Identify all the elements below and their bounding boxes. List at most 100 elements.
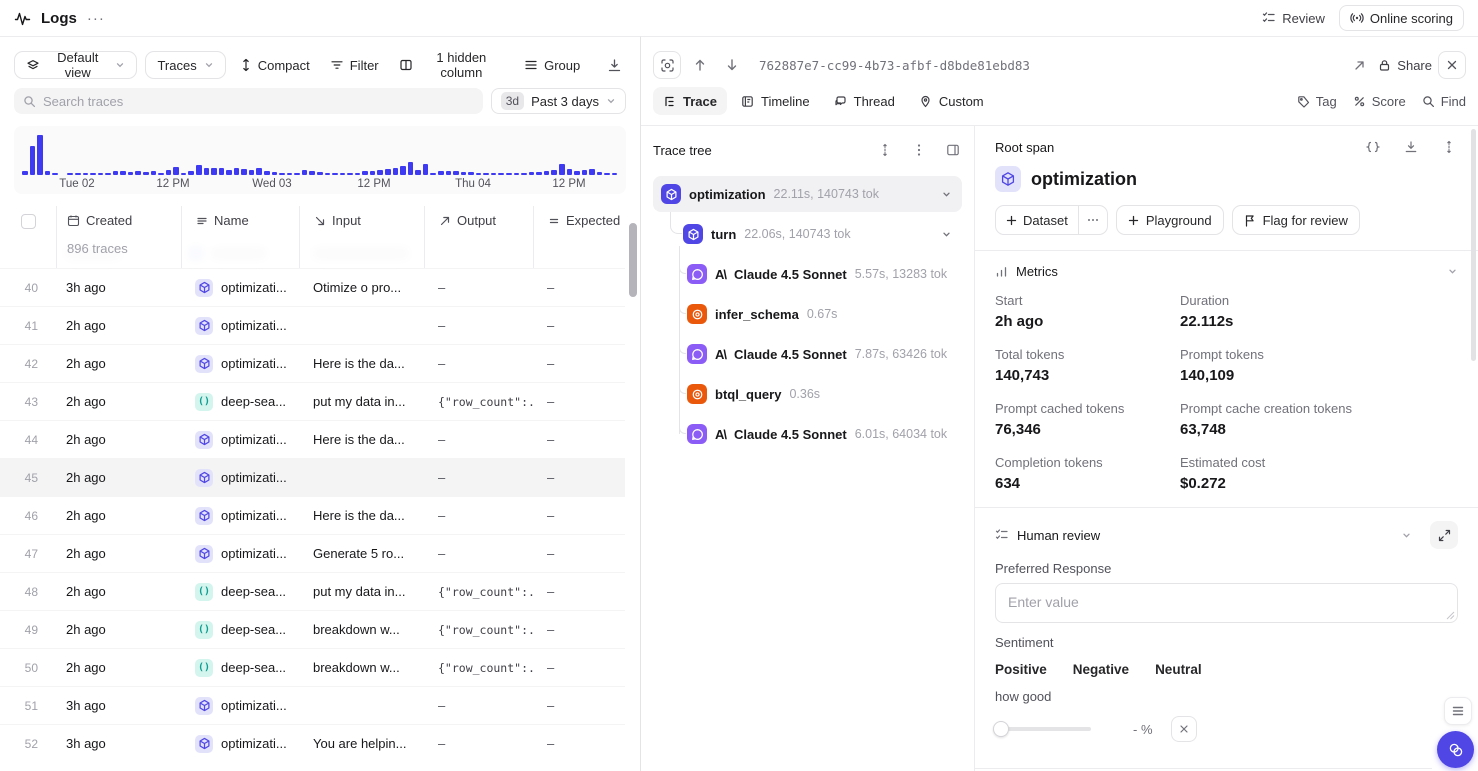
group-button[interactable]: Group [518,51,586,79]
tab-thread[interactable]: Thread [824,87,905,115]
cell-expected: – [533,432,625,447]
hidden-columns-button[interactable]: 1 hidden column [393,51,510,79]
layers-icon [26,58,40,72]
cell-output: – [424,698,533,713]
resize-grip-icon[interactable] [1446,611,1455,620]
node-name: Claude 4.5 Sonnet [734,267,847,282]
tree-node-claude-4-5-sonnet[interactable]: A\Claude 4.5 Sonnet5.57s, 13283 tok [653,256,962,292]
tree-menu-icon[interactable] [910,141,928,159]
cell-output: – [424,318,533,333]
table-row[interactable]: 403h agooptimizati...Otimize o pro...–– [0,268,625,306]
table-row[interactable]: 472h agooptimizati...Generate 5 ro...–– [0,534,625,572]
review-list-button[interactable] [1444,697,1472,725]
cell-expected: – [533,508,625,523]
flag-icon [1244,214,1256,227]
slider-value: - % [1133,722,1153,737]
traces-table: Created 896 traces Name [0,206,640,762]
dataset-more-button[interactable] [1078,206,1107,234]
column-header-expected[interactable]: Expected [533,206,624,268]
table-row[interactable]: 412h agooptimizati...–– [0,306,625,344]
open-in-new-icon[interactable] [1346,52,1372,78]
clear-score-button[interactable] [1171,716,1197,742]
tree-node-btql-query[interactable]: btql_query0.36s [653,376,962,412]
column-header-output[interactable]: Output [424,206,533,268]
filter-button[interactable]: Filter [324,51,385,79]
traces-selector[interactable]: Traces [145,51,225,79]
sentiment-option-negative[interactable]: Negative [1073,662,1129,677]
expand-all-icon[interactable] [876,141,894,159]
preferred-response-input[interactable] [995,583,1458,623]
metrics-section-header[interactable]: Metrics [995,264,1458,279]
tree-node-optimization[interactable]: optimization22.11s, 140743 tok [653,176,962,212]
bar-chart-icon [995,265,1008,278]
table-row[interactable]: 482h ago()deep-sea...put my data in...{"… [0,572,625,610]
add-to-playground-button[interactable]: Playground [1116,205,1224,235]
table-row[interactable]: 492h ago()deep-sea...breakdown w...{"row… [0,610,625,648]
download-icon[interactable] [1402,138,1420,156]
tree-node-claude-4-5-sonnet[interactable]: A\Claude 4.5 Sonnet6.01s, 64034 tok [653,416,962,452]
metric-value: 76,346 [995,421,1180,438]
panel-layout-icon[interactable] [944,141,962,159]
cell-name: ()deep-sea... [181,583,299,601]
chevron-down-icon[interactable] [941,229,952,240]
date-range-selector[interactable]: 3d Past 3 days [491,88,626,114]
human-review-section-header[interactable]: Human review [995,521,1458,549]
detail-scrollbar[interactable] [1471,129,1476,361]
json-view-icon[interactable] [1364,138,1382,156]
column-header-created[interactable]: Created 896 traces [56,206,181,268]
cell-expected: – [533,546,625,561]
prev-trace-button[interactable] [687,52,713,78]
table-row[interactable]: 432h ago()deep-sea...put my data in...{"… [0,382,625,420]
sentiment-option-neutral[interactable]: Neutral [1155,662,1202,677]
tree-node-infer-schema[interactable]: infer_schema0.67s [653,296,962,332]
tab-timeline[interactable]: Timeline [731,87,820,115]
plus-icon [1128,215,1139,226]
row-number: 48 [0,585,56,599]
compact-toggle[interactable]: Compact [234,51,316,79]
table-row[interactable]: 422h agooptimizati...Here is the da...–– [0,344,625,382]
tag-button[interactable]: Tag [1297,94,1337,109]
cell-name: optimizati... [181,469,299,487]
trace-count: 896 traces [67,241,128,256]
assistant-button[interactable] [1437,731,1474,768]
expand-rows-icon[interactable] [1440,138,1458,156]
tab-custom[interactable]: Custom [909,87,994,115]
score-button[interactable]: Score [1353,94,1406,109]
cell-output: – [424,736,533,751]
root-span-panel: Root span optimization [975,126,1478,771]
column-header-input[interactable]: Input [299,206,424,268]
review-button[interactable]: Review [1262,11,1325,26]
equals-icon [548,215,560,227]
select-all-checkbox[interactable] [21,214,36,229]
expand-review-button[interactable] [1430,521,1458,549]
add-to-dataset-button[interactable]: Dataset [996,206,1078,234]
table-row[interactable]: 513h agooptimizati...–– [0,686,625,724]
slider-knob[interactable] [993,721,1009,737]
column-header-name[interactable]: Name [181,206,299,268]
node-meta: 5.57s, 13283 tok [855,267,947,281]
chevron-down-icon[interactable] [941,189,952,200]
cell-output: – [424,356,533,371]
tree-node-claude-4-5-sonnet[interactable]: A\Claude 4.5 Sonnet7.87s, 63426 tok [653,336,962,372]
next-trace-button[interactable] [719,52,745,78]
table-row[interactable]: 502h ago()deep-sea...breakdown w...{"row… [0,648,625,686]
tab-trace[interactable]: Trace [653,87,727,115]
sentiment-option-positive[interactable]: Positive [995,662,1047,677]
export-download-button[interactable] [602,52,626,78]
close-panel-button[interactable] [1438,51,1466,79]
online-scoring-button[interactable]: Online scoring [1339,5,1464,31]
view-selector[interactable]: Default view [14,51,137,79]
flag-for-review-button[interactable]: Flag for review [1232,205,1360,235]
share-button[interactable]: Share [1378,58,1432,73]
table-row[interactable]: 462h agooptimizati...Here is the da...–– [0,496,625,534]
table-row[interactable]: 452h agooptimizati...–– [0,458,625,496]
find-button[interactable]: Find [1422,94,1466,109]
table-row[interactable]: 442h agooptimizati...Here is the da...–– [0,420,625,458]
tree-node-turn[interactable]: turn22.06s, 140743 tok [653,216,962,252]
trace-volume-histogram[interactable]: Tue 0212 PMWed 0312 PMThu 0412 PM [14,126,626,194]
table-row[interactable]: 523h agooptimizati...You are helpin...–– [0,724,625,762]
focus-trace-button[interactable] [653,51,681,79]
page-menu-button[interactable]: ··· [87,10,105,27]
search-input[interactable]: Search traces [14,88,483,114]
how-good-slider[interactable] [995,727,1091,731]
